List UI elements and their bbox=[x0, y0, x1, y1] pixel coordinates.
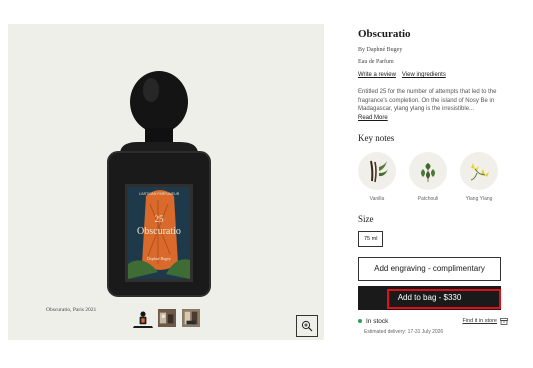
product-byline: By Daphné Bugey bbox=[358, 47, 403, 53]
label-author: Daphné Bugey bbox=[147, 256, 171, 261]
find-in-store-label: Find it in store bbox=[462, 318, 497, 324]
key-notes-heading: Key notes bbox=[358, 132, 395, 143]
add-to-bag-button[interactable]: Add to bag - $330 bbox=[358, 285, 501, 310]
size-heading: Size bbox=[358, 213, 374, 224]
stock-status: In stock bbox=[358, 318, 388, 325]
note-ylang-ylang: Ylang Ylang bbox=[460, 151, 498, 202]
perfume-bottle-image: L'ARTISAN PARFUMEUR 25 Obscuratio Daphné… bbox=[107, 71, 211, 297]
scene-thumbnail-2[interactable] bbox=[181, 308, 201, 328]
write-review-link[interactable]: Write a review bbox=[358, 72, 396, 78]
ylang-ylang-icon bbox=[460, 151, 498, 190]
product-description: Entitled 25 for the number of attempts t… bbox=[358, 89, 497, 112]
label-name: Obscuratio bbox=[137, 226, 181, 237]
view-ingredients-link[interactable]: View ingredients bbox=[402, 72, 446, 78]
thumbnail-strip bbox=[133, 308, 201, 328]
product-info-panel: Obscuratio By Daphné Bugey Eau de Parfum… bbox=[358, 24, 508, 335]
highlight-outline bbox=[387, 288, 501, 309]
bottle-thumbnail[interactable] bbox=[133, 308, 153, 328]
scene-thumbnail-1[interactable] bbox=[157, 308, 177, 328]
zoom-in-icon bbox=[301, 320, 313, 332]
image-caption: Obscuratio, Paris 2021 bbox=[46, 307, 97, 313]
note-label: Vanilla bbox=[369, 195, 385, 202]
store-icon bbox=[500, 317, 508, 325]
label-brand: L'ARTISAN PARFUMEUR bbox=[139, 192, 180, 196]
product-image-gallery: L'ARTISAN PARFUMEUR 25 Obscuratio Daphné… bbox=[8, 24, 324, 340]
stock-status-label: In stock bbox=[366, 317, 389, 325]
size-option-75ml[interactable]: 75 ml bbox=[358, 230, 384, 247]
patchouli-icon bbox=[409, 151, 447, 190]
note-patchouli: Patchouli bbox=[409, 151, 447, 202]
availability-row: In stock Find it in store bbox=[358, 318, 508, 325]
vanilla-icon bbox=[358, 151, 396, 190]
key-notes-list: Vanilla Patchouli Ylang Ylang bbox=[358, 151, 508, 202]
note-vanilla: Vanilla bbox=[358, 151, 396, 202]
in-stock-dot-icon bbox=[358, 319, 362, 323]
estimated-delivery: Estimated delivery: 17-31 July 2026 bbox=[364, 328, 444, 335]
read-more-link[interactable]: Read More bbox=[358, 115, 508, 121]
find-in-store-link[interactable]: Find it in store bbox=[462, 317, 508, 325]
review-links: Write a review View ingredients bbox=[358, 72, 508, 78]
product-title: Obscuratio bbox=[358, 28, 411, 40]
label-number: 25 bbox=[155, 214, 165, 224]
note-label: Patchouli bbox=[417, 195, 439, 202]
product-type: Eau de Parfum bbox=[358, 59, 394, 65]
zoom-button[interactable] bbox=[296, 315, 318, 337]
add-engraving-button[interactable]: Add engraving - complimentary bbox=[358, 256, 501, 281]
note-label: Ylang Ylang bbox=[465, 195, 493, 202]
